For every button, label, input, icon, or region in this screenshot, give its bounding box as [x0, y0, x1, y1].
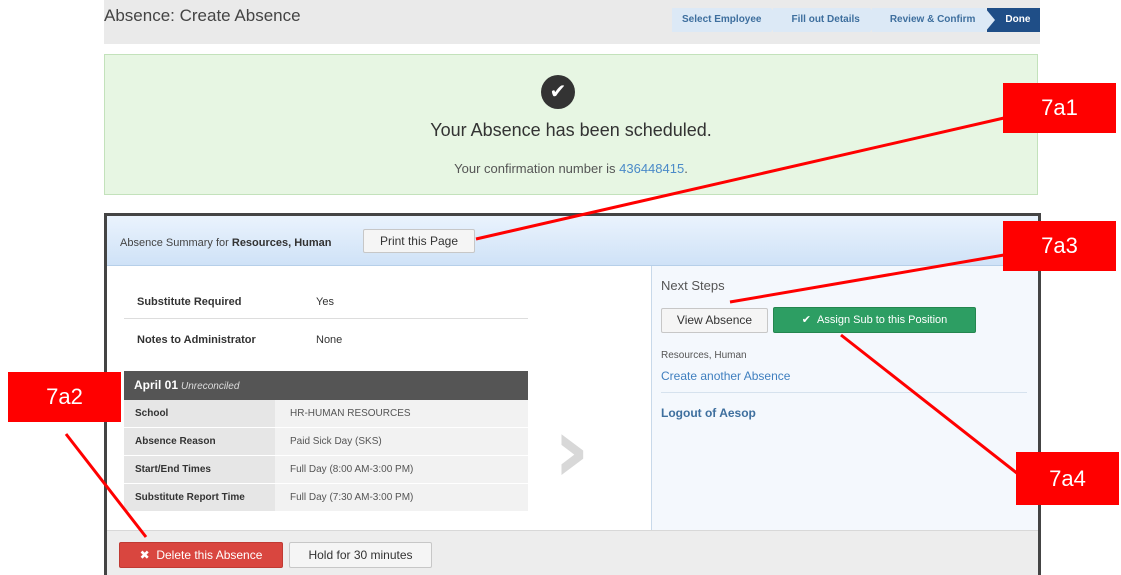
table-value: Full Day (8:00 AM-3:00 PM) [275, 456, 528, 483]
table-value: Full Day (7:30 AM-3:00 PM) [275, 484, 528, 511]
wizard-steps: Select Employee Fill out Details Review … [672, 8, 1042, 32]
page: Absence: Create Absence Select Employee … [0, 0, 1121, 575]
view-absence-button[interactable]: View Absence [661, 308, 768, 333]
detail-value: Yes [316, 296, 334, 308]
table-value: Paid Sick Day (SKS) [275, 428, 528, 455]
assign-sub-button[interactable]: ✔ Assign Sub to this Position [773, 307, 976, 333]
table-key: Absence Reason [124, 428, 275, 455]
day-table: School HR-HUMAN RESOURCES Absence Reason P… [124, 400, 528, 512]
day-header: April 01 Unreconciled [124, 371, 528, 400]
callout-7a1: 7a1 [1003, 83, 1116, 133]
assign-sub-label: Assign Sub to this Position [817, 314, 948, 326]
detail-value: None [316, 334, 343, 346]
logout-link[interactable]: Logout of Aesop [661, 406, 756, 420]
next-steps-panel: Next Steps View Absence ✔ Assign Sub to … [651, 266, 1038, 530]
step-select-employee: Select Employee [672, 8, 783, 32]
confirmation-line: Your confirmation number is 436448415. [104, 161, 1038, 176]
confirmation-suffix: . [684, 161, 688, 176]
page-title: Absence: Create Absence [104, 6, 301, 25]
absence-details: Substitute Required Yes Notes to Adminis… [107, 266, 651, 530]
summary-footer: ✖ Delete this Absence Hold for 30 minute… [107, 530, 1038, 575]
delete-absence-button[interactable]: ✖ Delete this Absence [119, 542, 283, 568]
callout-7a3: 7a3 [1003, 221, 1116, 271]
day-status: Unreconciled [181, 381, 240, 392]
print-page-button[interactable]: Print this Page [363, 229, 475, 253]
next-steps-title: Next Steps [661, 278, 725, 293]
step-fill-out-details: Fill out Details [773, 8, 881, 32]
divider [661, 392, 1027, 393]
table-key: Substitute Report Time [124, 484, 275, 511]
table-key: Start/End Times [124, 456, 275, 483]
check-icon: ✔ [801, 314, 811, 326]
table-row: Substitute Report Time Full Day (7:30 AM-… [124, 484, 528, 512]
callout-7a4: 7a4 [1016, 452, 1119, 505]
table-row: Start/End Times Full Day (8:00 AM-3:00 PM… [124, 456, 528, 484]
summary-label-prefix: Absence Summary for [120, 237, 232, 249]
table-value: HR-HUMAN RESOURCES [275, 400, 528, 427]
detail-key: Substitute Required [137, 296, 242, 308]
close-icon: ✖ [139, 548, 150, 562]
day-date: April 01 [134, 378, 179, 392]
hold-30-minutes-button[interactable]: Hold for 30 minutes [289, 542, 432, 568]
success-title: Your Absence has been scheduled. [430, 120, 712, 140]
absence-summary-panel: Absence Summary for Resources, Human Pri… [104, 213, 1041, 575]
summary-header: Absence Summary for Resources, Human Pri… [107, 216, 1038, 266]
detail-row-notes: Notes to Administrator None [124, 321, 528, 357]
summary-label: Absence Summary for Resources, Human [120, 237, 332, 249]
check-circle-icon: ✔ [541, 75, 575, 109]
delete-absence-label: Delete this Absence [156, 548, 263, 562]
confirmation-number[interactable]: 436448415 [619, 161, 684, 176]
chevron-right-icon: › [553, 398, 591, 503]
confirmation-prefix: Your confirmation number is [454, 161, 620, 176]
summary-employee-name: Resources, Human [231, 237, 332, 249]
create-another-absence-link[interactable]: Create another Absence [661, 369, 790, 383]
detail-key: Notes to Administrator [137, 334, 256, 346]
next-steps-employee-name: Resources, Human [661, 350, 747, 361]
table-row: Absence Reason Paid Sick Day (SKS) [124, 428, 528, 456]
step-review-confirm: Review & Confirm [871, 8, 995, 32]
callout-7a2: 7a2 [8, 372, 121, 422]
table-row: School HR-HUMAN RESOURCES [124, 400, 528, 428]
table-key: School [124, 400, 275, 427]
detail-row-substitute-required: Substitute Required Yes [124, 283, 528, 319]
